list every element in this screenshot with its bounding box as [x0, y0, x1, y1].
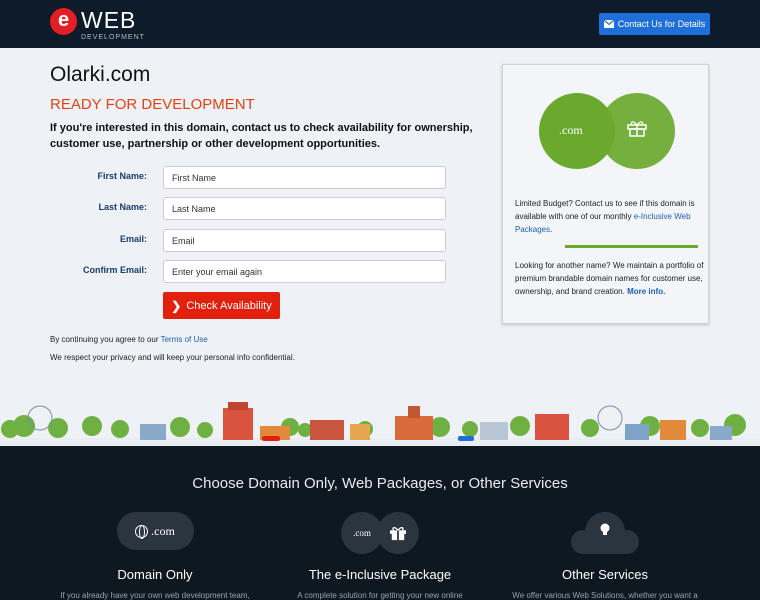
email-label: Email:	[119, 234, 147, 244]
globe-icon	[135, 524, 149, 539]
dotcom-text: .com	[559, 123, 583, 137]
check-availability-button[interactable]: ❯ Check Availability	[163, 292, 280, 319]
gift-icon	[627, 121, 647, 137]
package-icon-pair: .com	[341, 512, 419, 554]
package-dotcom-text: .com	[353, 528, 371, 538]
logo-e-mark: e	[50, 8, 77, 35]
info-card: .com Limited Budget? Contact us to see i…	[502, 64, 709, 324]
eweb-logo[interactable]: e WEB DEVELOPMENT	[50, 7, 160, 43]
service-label-package: The e-Inclusive Package	[308, 567, 452, 582]
intro-text: If you're interested in this domain, con…	[50, 122, 473, 150]
terms-prefix: By continuing you agree to our	[50, 335, 159, 344]
domain-icon-pill: .com	[116, 512, 194, 550]
town-skyline-illustration	[0, 402, 760, 446]
domain-name-title: Olarki.com	[50, 63, 151, 86]
service-desc-other: We offer various Web Solutions, whether …	[512, 591, 698, 600]
portfolio-text: Looking for another name? We maintain a …	[515, 259, 705, 298]
status-heading: READY FOR DEVELOPMENT	[50, 96, 255, 113]
more-info-link[interactable]: More info.	[627, 287, 665, 296]
budget-period: .	[550, 225, 553, 234]
service-other[interactable]: Other Services We offer various Web Solu…	[505, 512, 705, 600]
domain-icon-text: .com	[151, 523, 175, 538]
last-name-row: Last Name:	[80, 197, 446, 220]
first-name-row: First Name:	[80, 166, 446, 189]
top-header: e WEB DEVELOPMENT Contact Us for Details	[0, 0, 760, 48]
cloud-icon	[571, 512, 639, 554]
last-name-label: Last Name:	[98, 202, 147, 212]
service-desc-domain: If you already have your own web develop…	[60, 591, 250, 600]
service-desc-package: A complete solution for getting your new…	[297, 591, 463, 600]
service-label-domain: Domain Only	[117, 567, 193, 582]
first-name-label: First Name:	[97, 171, 147, 181]
lightbulb-icon	[600, 523, 610, 535]
services-section: Choose Domain Only, Web Packages, or Oth…	[0, 446, 760, 600]
service-domain-only[interactable]: .com Domain Only If you already have you…	[55, 512, 255, 600]
package-gift-circle	[377, 512, 419, 554]
confirm-email-input[interactable]	[163, 260, 446, 283]
email-input[interactable]	[163, 229, 446, 252]
gift-icon	[390, 527, 406, 541]
domain-package-venn: .com	[539, 93, 675, 173]
portfolio-text-body: Looking for another name? We maintain a …	[515, 261, 704, 296]
terms-of-use-link[interactable]: Terms of Use	[161, 335, 208, 344]
confirm-email-row: Confirm Email:	[80, 260, 446, 283]
contact-us-button[interactable]: Contact Us for Details	[599, 13, 710, 35]
budget-text: Limited Budget? Contact us to see if thi…	[515, 197, 700, 236]
first-name-input[interactable]	[163, 166, 446, 189]
envelope-icon	[603, 20, 614, 28]
service-e-inclusive[interactable]: .com The e-Inclusive Package A complete …	[280, 512, 480, 600]
email-row: Email:	[80, 229, 446, 252]
confirm-email-label: Confirm Email:	[82, 265, 147, 275]
terms-notice: By continuing you agree to our Terms of …	[50, 335, 208, 344]
check-availability-label: Check Availability	[186, 299, 272, 312]
logo-development-text: DEVELOPMENT	[81, 34, 145, 41]
logo-web-text: WEB	[81, 7, 137, 33]
last-name-input[interactable]	[163, 197, 446, 220]
services-title: Choose Domain Only, Web Packages, or Oth…	[192, 475, 568, 492]
contact-us-label: Contact Us for Details	[617, 19, 706, 29]
chevron-right-icon: ❯	[171, 298, 182, 313]
privacy-notice: We respect your privacy and will keep yo…	[50, 353, 295, 362]
service-label-other: Other Services	[562, 567, 648, 582]
divider-bar	[565, 245, 698, 248]
